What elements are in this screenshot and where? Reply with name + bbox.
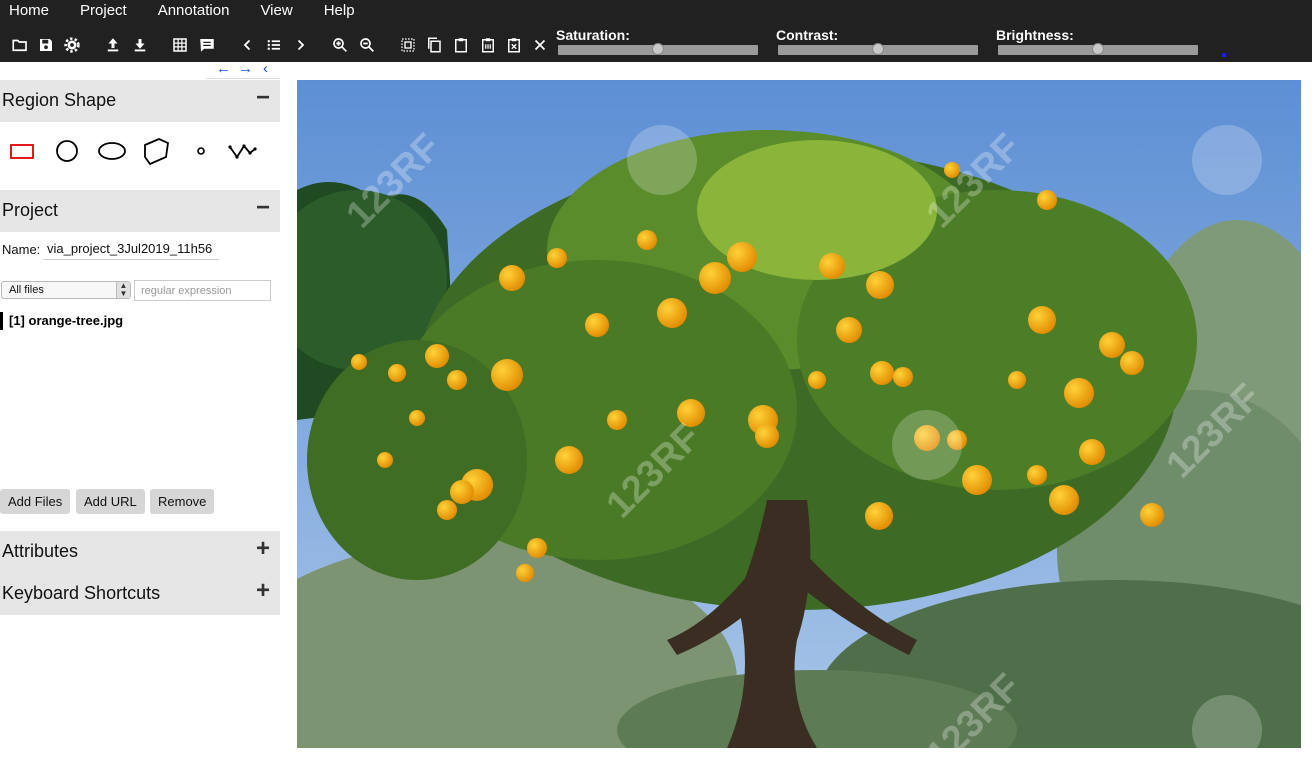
point-shape-icon[interactable] (186, 136, 216, 166)
keyboard-shortcuts-header[interactable]: Keyboard Shortcuts + (0, 573, 280, 615)
add-url-button[interactable]: Add URL (76, 489, 145, 514)
status-indicator (1222, 53, 1226, 57)
brightness-label: Brightness: (996, 27, 1074, 43)
close-icon[interactable] (530, 35, 550, 55)
contrast-control: Contrast: (776, 27, 986, 59)
menu-view[interactable]: View (251, 0, 292, 24)
contrast-slider[interactable] (778, 43, 978, 55)
panel-nav-arrows: ← → ‹ (206, 62, 280, 79)
select-all-icon[interactable] (398, 35, 418, 55)
attributes-expand-toggle[interactable]: + (256, 535, 270, 563)
saturation-slider-thumb[interactable] (652, 43, 664, 55)
file-list-item[interactable]: [1] orange-tree.jpg (0, 312, 123, 330)
project-name-label: Name: (2, 242, 41, 257)
list-icon[interactable] (264, 35, 284, 55)
upload-icon[interactable] (103, 35, 123, 55)
contrast-label: Contrast: (776, 27, 839, 43)
zoom-out-icon[interactable] (357, 35, 377, 55)
watermark-badge (1192, 125, 1262, 195)
project-title: Project (2, 200, 59, 220)
region-shape-collapse-toggle[interactable]: − (256, 84, 270, 112)
menu-home[interactable]: Home (0, 0, 49, 24)
keyboard-shortcuts-title: Keyboard Shortcuts (2, 583, 161, 603)
panel-collapse-arrow[interactable]: ‹ (263, 62, 268, 77)
saturation-control: Saturation: (556, 27, 766, 59)
chevron-updown-icon: ▲ ▼ (116, 282, 130, 298)
folder-open-icon[interactable] (10, 35, 30, 55)
region-shape-title: Region Shape (2, 90, 117, 110)
menu-project[interactable]: Project (71, 0, 127, 24)
regex-filter-input[interactable] (134, 280, 271, 301)
saturation-slider[interactable] (558, 43, 758, 55)
image-canvas[interactable]: 123RF 123RF 123RF 123RF 123RF (297, 80, 1301, 748)
add-files-button[interactable]: Add Files (0, 489, 71, 514)
save-icon[interactable] (36, 35, 56, 55)
circle-shape-icon[interactable] (52, 136, 82, 166)
next-icon[interactable] (290, 35, 310, 55)
ellipse-shape-icon[interactable] (97, 136, 127, 166)
settings-icon[interactable] (62, 35, 82, 55)
polyline-shape-icon[interactable] (228, 136, 258, 166)
menu-annotation[interactable]: Annotation (149, 0, 230, 24)
polygon-shape-icon[interactable] (141, 136, 171, 166)
paste-icon[interactable] (451, 35, 471, 55)
contrast-slider-thumb[interactable] (872, 43, 884, 55)
watermark-badge (892, 410, 962, 480)
zoom-in-icon[interactable] (330, 35, 350, 55)
download-icon[interactable] (130, 35, 150, 55)
project-name-input[interactable] (43, 238, 219, 260)
delete-icon[interactable] (504, 35, 524, 55)
keyboard-shortcuts-expand-toggle[interactable]: + (256, 577, 270, 605)
menu-help[interactable]: Help (315, 0, 355, 24)
file-filter-value: All files (9, 284, 44, 296)
brightness-slider-thumb[interactable] (1092, 43, 1104, 55)
paste-special-icon[interactable] (478, 35, 498, 55)
project-header[interactable]: Project − (0, 190, 280, 232)
menu-bar: Home Project Annotation View Help (0, 0, 377, 24)
grid-icon[interactable] (170, 35, 190, 55)
region-shape-header[interactable]: Region Shape − (0, 80, 280, 122)
panel-left-arrow[interactable]: ← (216, 62, 231, 77)
orange-tree-image (297, 80, 1301, 748)
saturation-label: Saturation: (556, 27, 630, 43)
prev-icon[interactable] (238, 35, 258, 55)
comment-icon[interactable] (197, 35, 217, 55)
attributes-header[interactable]: Attributes + (0, 531, 280, 573)
brightness-slider[interactable] (998, 43, 1198, 55)
remove-button[interactable]: Remove (150, 489, 215, 514)
file-filter-select[interactable]: All files ▲ ▼ (1, 281, 131, 299)
brightness-control: Brightness: (996, 27, 1206, 59)
watermark-badge (627, 125, 697, 195)
project-collapse-toggle[interactable]: − (256, 194, 270, 222)
top-bar: Home Project Annotation View Help Satura… (0, 0, 1312, 62)
panel-right-arrow[interactable]: → (238, 62, 253, 77)
left-panel (0, 62, 280, 781)
attributes-title: Attributes (2, 541, 79, 561)
copy-icon[interactable] (424, 35, 444, 55)
rectangle-shape-icon[interactable] (7, 136, 37, 166)
